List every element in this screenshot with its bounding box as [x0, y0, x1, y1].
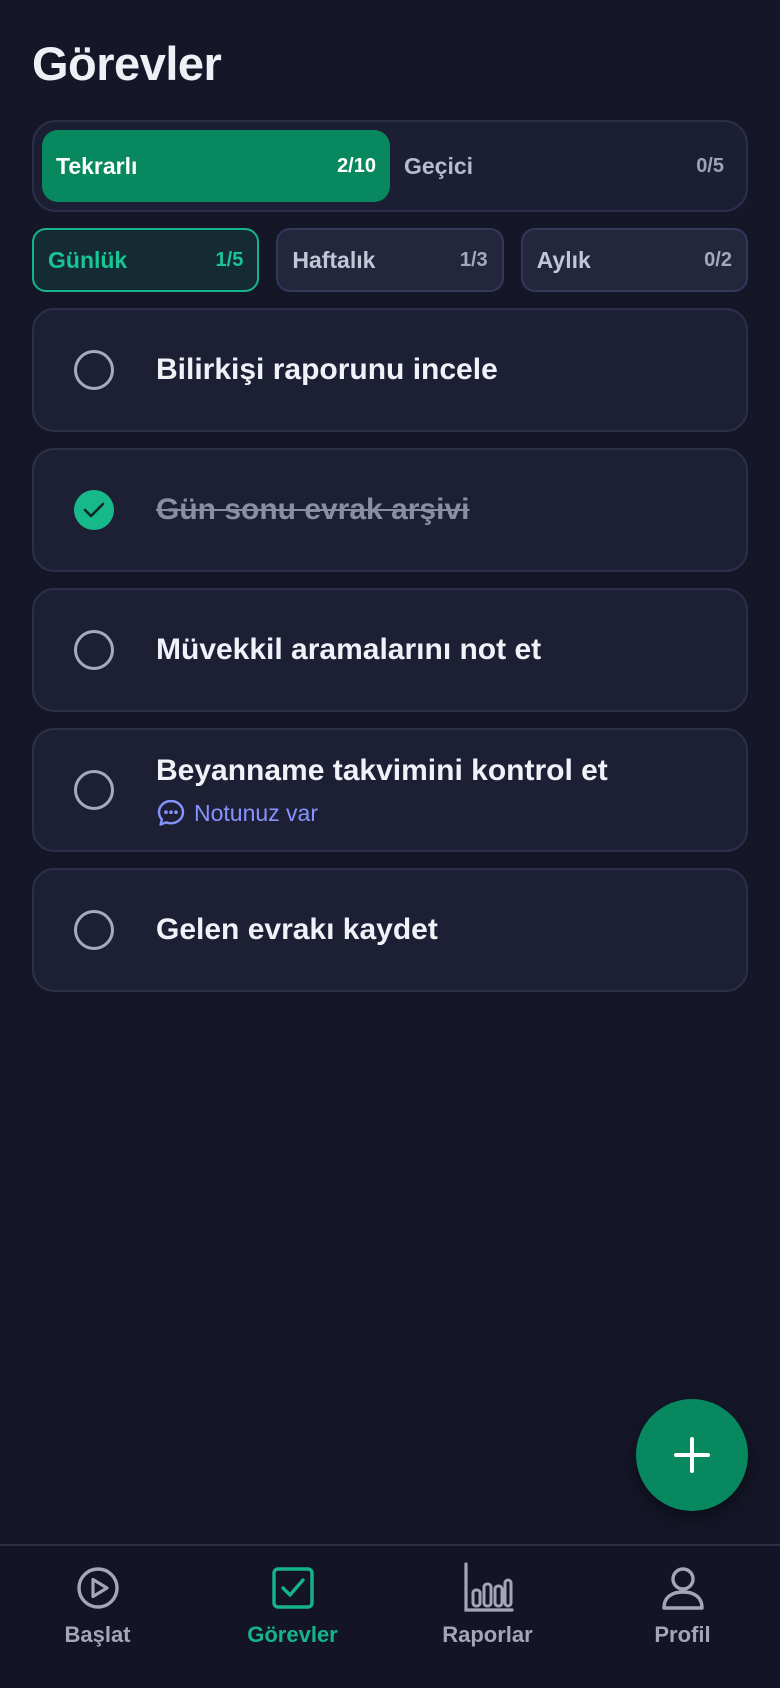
task-body: Gün sonu evrak arşivi	[156, 493, 722, 527]
task-note-indicator[interactable]: Notunuz var	[156, 798, 722, 828]
bar-chart-icon	[460, 1560, 516, 1616]
task-body: Gelen evrakı kaydet	[156, 913, 722, 947]
user-icon	[655, 1560, 711, 1616]
nav-item-tasks[interactable]: Görevler	[195, 1546, 390, 1688]
filter-count: 0/2	[704, 248, 732, 271]
task-type-segment: Tekrarlı 2/10 Geçici 0/5	[32, 120, 748, 212]
task-title: Beyanname takvimini kontrol et	[156, 754, 608, 787]
tasks-screen: Görevler Tekrarlı 2/10 Geçici 0/5 Günlük…	[0, 0, 780, 1688]
check-square-icon	[265, 1560, 321, 1616]
task-title: Bilirkişi raporunu incele	[156, 353, 498, 386]
chat-bubble-icon	[157, 799, 185, 826]
segment-label: Geçici	[404, 152, 474, 179]
nav-label: Görevler	[247, 1622, 338, 1647]
task-card[interactable]: Gelen evrakı kaydet	[32, 868, 748, 992]
filter-label: Günlük	[48, 246, 128, 273]
task-card[interactable]: Beyanname takvimini kontrol et Notunuz v…	[32, 728, 748, 852]
task-body: Müvekkil aramalarını not et	[156, 633, 722, 667]
task-card[interactable]: Bilirkişi raporunu incele	[32, 308, 748, 432]
task-title: Müvekkil aramalarını not et	[156, 633, 542, 666]
task-card[interactable]: Müvekkil aramalarını not et	[32, 588, 748, 712]
filter-label: Haftalık	[292, 246, 376, 273]
filter-monthly[interactable]: Aylık 0/2	[520, 228, 748, 292]
plus-icon	[674, 1437, 710, 1473]
nav-item-profile[interactable]: Profil	[585, 1546, 780, 1688]
nav-label: Raporlar	[442, 1622, 533, 1647]
segment-temporary[interactable]: Geçici 0/5	[390, 130, 738, 202]
segment-count: 0/5	[696, 154, 724, 177]
segment-recurring[interactable]: Tekrarlı 2/10	[42, 130, 390, 202]
add-task-button[interactable]	[636, 1399, 748, 1511]
task-body: Bilirkişi raporunu incele	[156, 353, 722, 387]
task-checkbox[interactable]	[74, 770, 114, 810]
nav-label: Başlat	[64, 1622, 131, 1647]
filter-count: 1/5	[215, 248, 244, 271]
nav-item-reports[interactable]: Raporlar	[390, 1546, 585, 1688]
filter-daily[interactable]: Günlük 1/5	[32, 228, 260, 292]
nav-label: Profil	[654, 1622, 711, 1647]
nav-item-start[interactable]: Başlat	[0, 1546, 195, 1688]
checkmark-icon	[83, 502, 105, 518]
filter-label: Aylık	[536, 246, 591, 273]
task-list: Bilirkişi raporunu incele Gün sonu evrak…	[32, 308, 748, 1008]
page-title: Görevler	[32, 37, 222, 90]
filter-weekly[interactable]: Haftalık 1/3	[276, 228, 504, 292]
segment-count: 2/10	[337, 154, 376, 177]
task-body: Beyanname takvimini kontrol et Notunuz v…	[156, 754, 722, 828]
task-checkbox[interactable]	[74, 910, 114, 950]
note-label: Notunuz var	[194, 799, 319, 826]
task-title: Gelen evrakı kaydet	[156, 913, 438, 946]
bottom-navigation: Başlat Görevler Raporlar Profil	[0, 1544, 780, 1688]
period-filters: Günlük 1/5 Haftalık 1/3 Aylık 0/2	[32, 228, 748, 292]
task-checkbox[interactable]	[74, 350, 114, 390]
task-title: Gün sonu evrak arşivi	[156, 493, 470, 526]
play-circle-icon	[70, 1560, 126, 1616]
task-checkbox[interactable]	[74, 630, 114, 670]
task-checkbox-checked[interactable]	[74, 490, 114, 530]
filter-count: 1/3	[459, 248, 488, 271]
segment-label: Tekrarlı	[56, 152, 138, 179]
task-card[interactable]: Gün sonu evrak arşivi	[32, 448, 748, 572]
